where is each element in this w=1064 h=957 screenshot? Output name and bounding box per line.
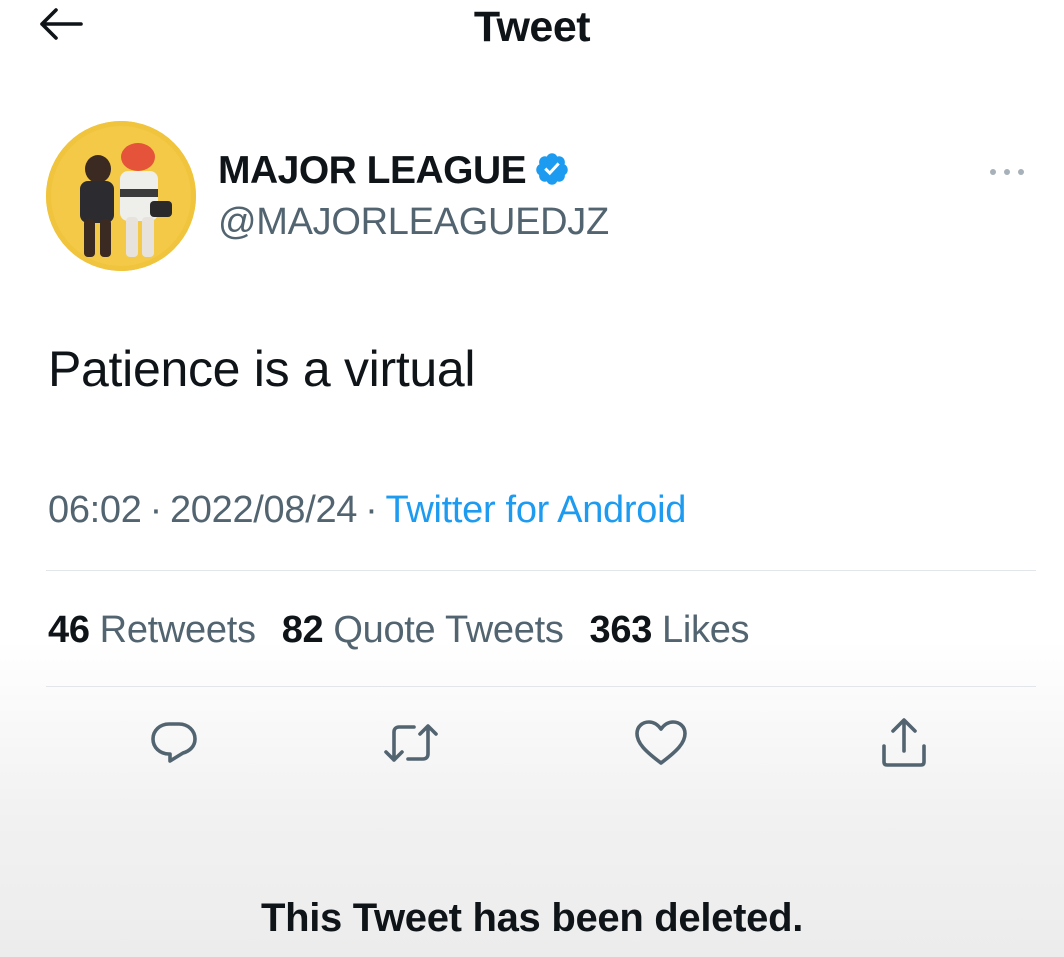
quotes-label: Quote Tweets: [333, 609, 564, 651]
meta-separator: ·: [365, 489, 378, 531]
tweet-stats: 46 Retweets 82 Quote Tweets 363 Likes: [48, 604, 750, 656]
verified-badge-icon: [534, 151, 570, 192]
page-title: Tweet: [473, 3, 591, 51]
likes-count: 363: [589, 609, 653, 651]
author-handle[interactable]: @MAJORLEAGUEDJZ: [218, 197, 609, 247]
divider: [46, 570, 1036, 571]
reply-button[interactable]: [139, 710, 209, 780]
like-button[interactable]: [626, 710, 696, 780]
likes-stat[interactable]: 363 Likes: [590, 604, 750, 656]
more-options-button[interactable]: [982, 158, 1032, 188]
meta-separator: ·: [149, 489, 163, 531]
divider: [46, 686, 1036, 687]
tweet-date[interactable]: 2022/08/24: [170, 489, 357, 531]
tweet-meta: 06:02 · 2022/08/24 · Twitter for Android: [48, 485, 686, 535]
avatar-image: [46, 121, 196, 271]
share-button[interactable]: [869, 710, 939, 780]
more-dots-icon: [985, 164, 1029, 182]
avatar[interactable]: [46, 121, 196, 271]
retweet-icon: [382, 720, 440, 771]
retweet-button[interactable]: [376, 710, 446, 780]
tweet-text: Patience is a virtual: [48, 341, 476, 397]
quotes-count: 82: [281, 609, 324, 651]
quote-tweets-stat[interactable]: 82 Quote Tweets: [282, 604, 564, 656]
retweets-count: 46: [48, 609, 90, 651]
author-name-row[interactable]: MAJOR LEAGUE: [218, 145, 570, 197]
deleted-notice: This Tweet has been deleted.: [260, 896, 804, 940]
reply-icon: [148, 718, 200, 773]
share-icon: [877, 716, 931, 775]
like-icon: [633, 718, 689, 773]
likes-label: Likes: [662, 609, 750, 651]
retweets-stat[interactable]: 46 Retweets: [48, 604, 256, 656]
retweets-label: Retweets: [99, 609, 256, 651]
tweet-source-link[interactable]: Twitter for Android: [386, 489, 687, 531]
display-name[interactable]: MAJOR LEAGUE: [218, 147, 527, 195]
tweet-time[interactable]: 06:02: [48, 489, 142, 531]
